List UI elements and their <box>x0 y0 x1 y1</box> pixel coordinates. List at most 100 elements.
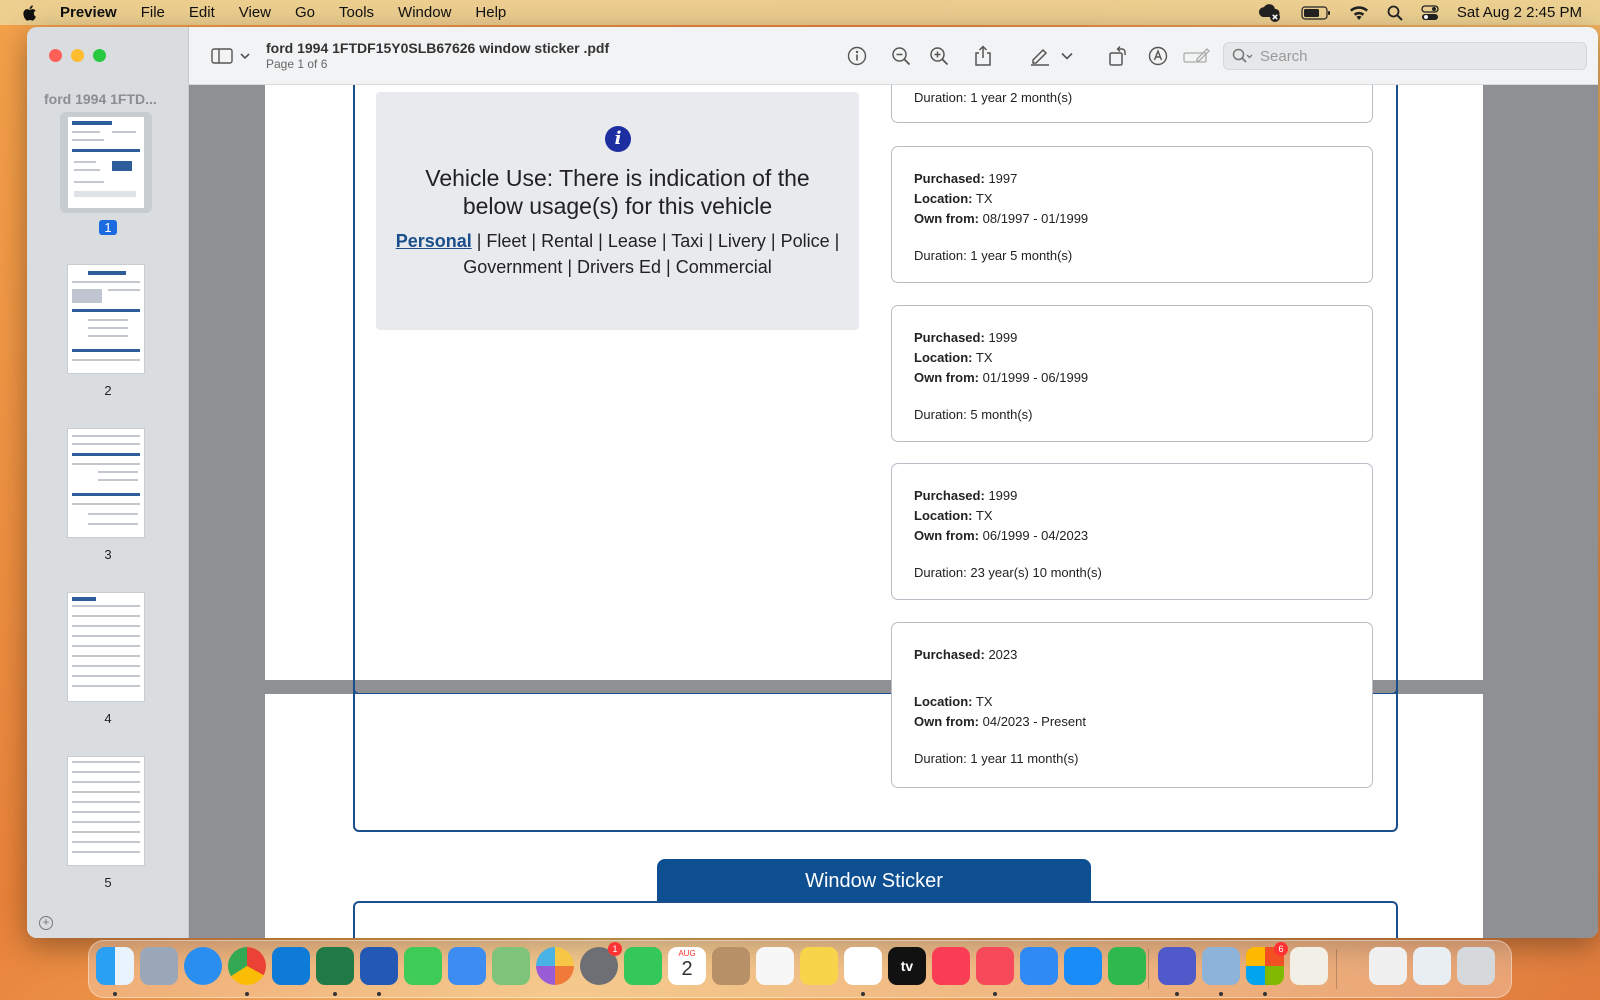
thumbnail-sidebar: ford 1994 1FTD... 1 2 3 4 5 + <box>27 27 189 938</box>
owner-own-from: Own from: 06/1999 - 04/2023 <box>914 528 1089 543</box>
facetime-icon[interactable] <box>624 947 662 985</box>
form-fill-icon[interactable] <box>1183 45 1211 67</box>
zoom-in-icon[interactable] <box>928 45 950 67</box>
safari-icon[interactable] <box>184 947 222 985</box>
downloads-stack-icon[interactable] <box>1369 947 1407 985</box>
control-center-icon[interactable] <box>1421 4 1439 21</box>
recent-documents-stack-icon[interactable] <box>1413 947 1451 985</box>
thumbnail-label-5: 5 <box>104 875 112 890</box>
messages-icon[interactable] <box>404 947 442 985</box>
running-indicator <box>1219 992 1223 996</box>
search-field[interactable] <box>1223 42 1587 70</box>
menu-view[interactable]: View <box>239 4 271 21</box>
textedit-icon[interactable] <box>1290 947 1328 985</box>
search-icon <box>1232 48 1253 63</box>
vehicle-use-other-uses: | Fleet | Rental | Lease | Taxi | Livery… <box>463 231 840 277</box>
vehicle-use-headline: Vehicle Use: There is indication of the … <box>425 165 810 219</box>
photos-icon[interactable] <box>536 947 574 985</box>
owner-purchased: Purchased: 1997 <box>914 171 1018 186</box>
owner-duration: Duration: 23 year(s) 10 month(s) <box>914 565 1102 580</box>
page-thumbnail-4[interactable] <box>67 592 145 702</box>
markup-menu-chevron-icon[interactable] <box>1060 45 1074 67</box>
document-viewport[interactable]: i Vehicle Use: There is indication of th… <box>189 85 1598 938</box>
preview-window: ford 1994 1FTD... 1 2 3 4 5 + ford 1994 … <box>27 27 1598 938</box>
vehicle-use-personal-link[interactable]: Personal <box>396 231 472 251</box>
dock-separator <box>1336 949 1337 989</box>
pdf-page-1: i Vehicle Use: There is indication of th… <box>265 85 1483 712</box>
owner-card-previous: Duration: 1 year 2 month(s) <box>891 85 1373 123</box>
thumbnail-label-3: 3 <box>104 547 112 562</box>
running-indicator <box>333 992 337 996</box>
owner-location: Location: TX <box>914 350 993 365</box>
zoom-out-icon[interactable] <box>890 45 912 67</box>
page-thumbnail-5[interactable] <box>67 756 145 866</box>
trash-icon[interactable] <box>1457 947 1495 985</box>
menubar-clock[interactable]: Sat Aug 2 2:45 PM <box>1457 4 1582 21</box>
owner-duration: Duration: 1 year 11 month(s) <box>914 751 1079 766</box>
owner-duration: Duration: 1 year 5 month(s) <box>914 248 1073 263</box>
contacts-icon[interactable] <box>712 947 750 985</box>
add-page-icon[interactable]: + <box>39 916 53 930</box>
owner-purchased: Purchased: 2023 <box>914 647 1018 662</box>
search-input[interactable] <box>1260 47 1560 65</box>
calendar-icon[interactable]: AUG 2 <box>668 947 706 985</box>
owner-card-2023-bottom: Location: TX Own from: 04/2023 - Present… <box>891 692 1373 788</box>
page-thumbnail-1[interactable] <box>67 116 145 209</box>
markup-pen-icon[interactable] <box>1029 45 1051 67</box>
menu-help[interactable]: Help <box>475 4 506 21</box>
rotate-icon[interactable] <box>1107 45 1129 67</box>
battery-icon[interactable] <box>1301 5 1331 20</box>
cloud-sync-icon[interactable] <box>1257 3 1283 23</box>
numbers-icon[interactable] <box>1108 947 1146 985</box>
freeform-icon[interactable] <box>844 947 882 985</box>
news-icon[interactable] <box>976 947 1014 985</box>
wifi-icon[interactable] <box>1349 5 1369 21</box>
page-thumbnail-3[interactable] <box>67 428 145 538</box>
menu-edit[interactable]: Edit <box>189 4 215 21</box>
close-button[interactable] <box>49 49 62 62</box>
onedrive-icon[interactable] <box>272 947 310 985</box>
notes-icon[interactable] <box>800 947 838 985</box>
page-indicator: Page 1 of 6 <box>266 57 328 71</box>
menu-window[interactable]: Window <box>398 4 451 21</box>
microsoft-office-badge: 6 <box>1274 942 1288 956</box>
teams-icon[interactable] <box>1158 947 1196 985</box>
share-icon[interactable] <box>972 45 994 67</box>
excel-icon[interactable] <box>316 947 354 985</box>
thumbnail-label-1: 1 <box>27 220 189 235</box>
mail-icon[interactable] <box>448 947 486 985</box>
pdf-page-2: Location: TX Own from: 04/2023 - Present… <box>265 684 1483 938</box>
window-controls <box>49 49 106 62</box>
launchpad-icon[interactable] <box>140 947 178 985</box>
running-indicator <box>861 992 865 996</box>
chrome-icon[interactable] <box>228 947 266 985</box>
info-icon[interactable] <box>846 45 868 67</box>
apple-tv-icon[interactable]: tv <box>888 947 926 985</box>
toolbar: ford 1994 1FTDF15Y0SLB67626 window stick… <box>189 27 1598 85</box>
sidebar-toggle-icon[interactable] <box>210 45 252 67</box>
finder-icon[interactable] <box>96 947 134 985</box>
music-icon[interactable] <box>932 947 970 985</box>
page-thumbnail-2[interactable] <box>67 264 145 374</box>
menu-app-name[interactable]: Preview <box>60 4 117 21</box>
app-store-icon[interactable] <box>1064 947 1102 985</box>
zoom-button[interactable] <box>93 49 106 62</box>
preview-icon[interactable] <box>1202 947 1240 985</box>
vehicle-use-panel: i Vehicle Use: There is indication of th… <box>376 92 859 330</box>
running-indicator <box>113 992 117 996</box>
minimize-button[interactable] <box>71 49 84 62</box>
owner-card-1999-a: Purchased: 1999 Location: TX Own from: 0… <box>891 305 1373 442</box>
owner-location: Location: TX <box>914 694 993 709</box>
menu-go[interactable]: Go <box>295 4 315 21</box>
owner-duration: Duration: 5 month(s) <box>914 407 1033 422</box>
apple-logo-icon[interactable] <box>20 4 38 22</box>
word-icon[interactable] <box>360 947 398 985</box>
maps-icon[interactable] <box>492 947 530 985</box>
reminders-icon[interactable] <box>756 947 794 985</box>
keynote-icon[interactable] <box>1020 947 1058 985</box>
menu-file[interactable]: File <box>141 4 165 21</box>
menu-tools[interactable]: Tools <box>339 4 374 21</box>
annotate-icon[interactable] <box>1147 45 1169 67</box>
spotlight-search-icon[interactable] <box>1387 5 1403 21</box>
calendar-month: AUG <box>678 949 696 958</box>
